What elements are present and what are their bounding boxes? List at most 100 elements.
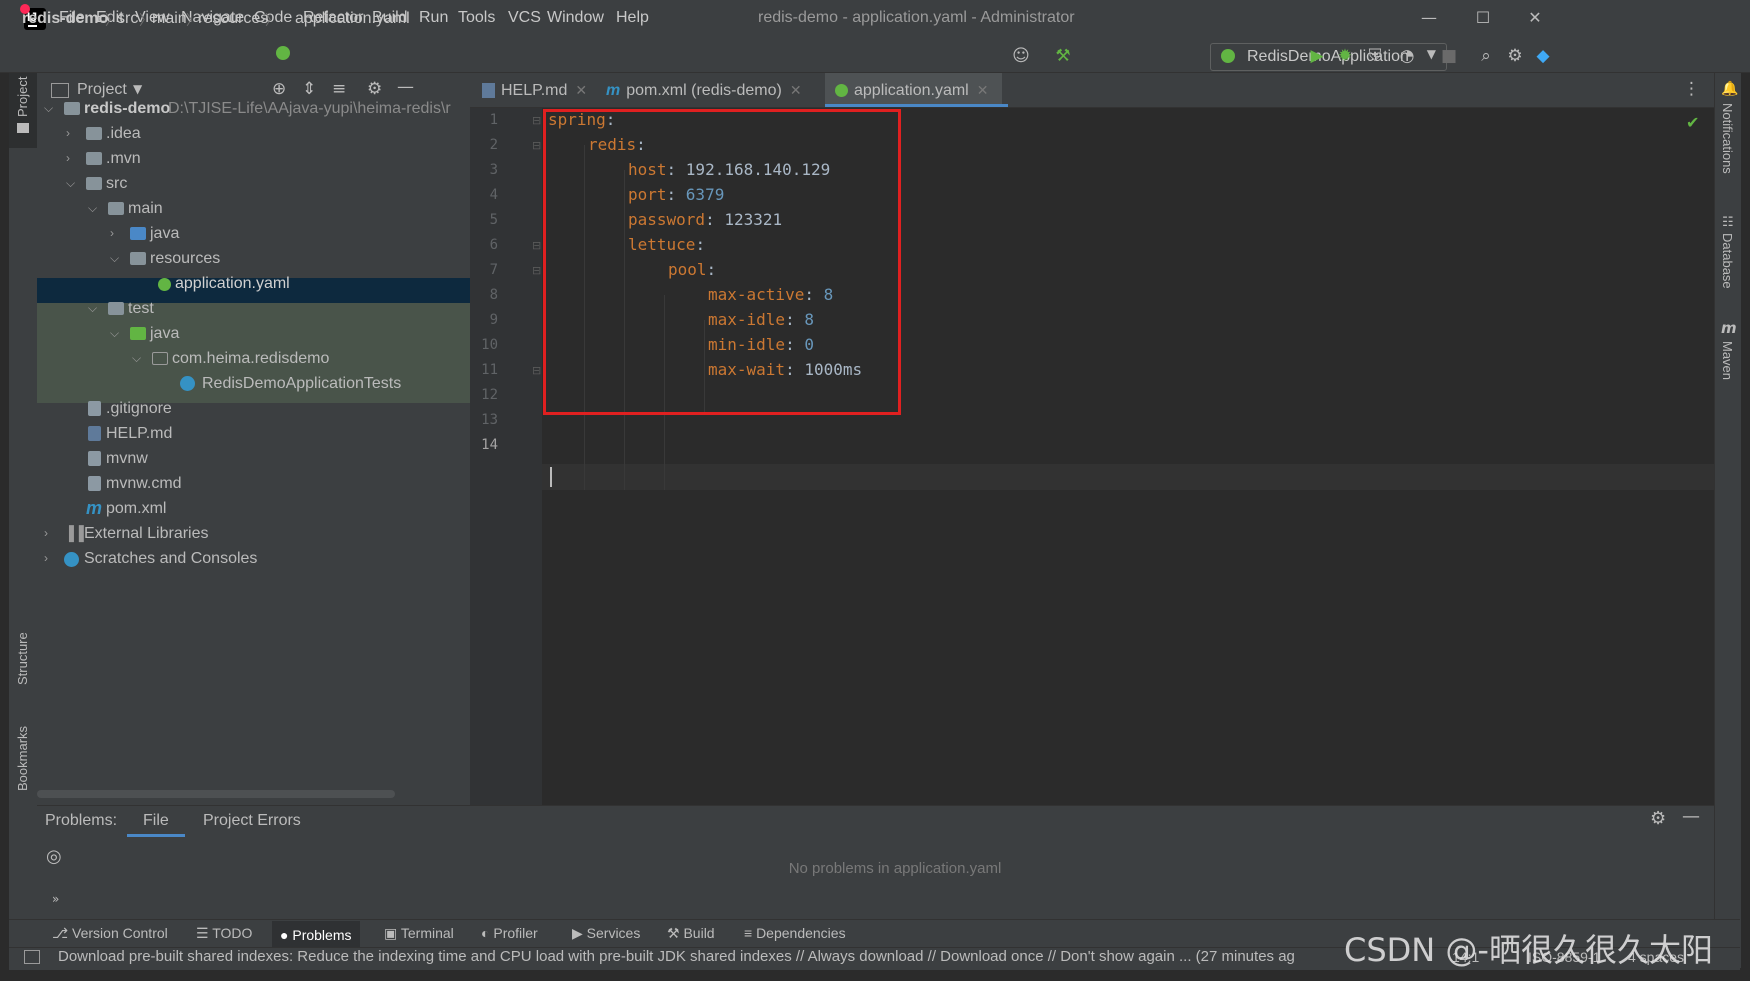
menu-run[interactable]: Run	[419, 9, 448, 27]
fold-marker-icon[interactable]: ⊟	[532, 264, 541, 277]
line-number: 2	[489, 137, 498, 153]
chevron-right-icon: ›	[110, 226, 114, 240]
module-folder-icon	[64, 102, 80, 115]
fold-marker-icon[interactable]: ⊟	[532, 114, 541, 127]
hammer-icon: ⚒	[667, 925, 684, 941]
chevron-down-icon: ⌵	[132, 351, 142, 365]
settings-gear-icon[interactable]: ⚙	[1504, 45, 1526, 67]
stripe-notifications-label[interactable]: Notifications	[1720, 103, 1735, 174]
script-file-icon	[88, 451, 101, 466]
menu-help[interactable]: Help	[616, 9, 649, 27]
tree-label: mvnw	[106, 450, 148, 467]
menu-tools[interactable]: Tools	[458, 9, 495, 27]
horizontal-scrollbar[interactable]	[37, 790, 395, 798]
database-icon[interactable]: ☷	[1722, 215, 1734, 230]
tool-terminal[interactable]: ▣ Terminal	[384, 925, 454, 942]
tool-services[interactable]: ▶ Services	[572, 925, 640, 942]
highlight-annotation-box	[543, 109, 901, 415]
maven-icon[interactable]: m	[1721, 319, 1737, 337]
line-number: 6	[489, 237, 498, 253]
tab-label: HELP.md	[501, 82, 568, 99]
folder-icon	[86, 152, 102, 165]
tool-profiler[interactable]: ◐ Profiler	[481, 925, 538, 941]
menu-vcs[interactable]: VCS	[508, 9, 541, 27]
chevron-right-icon: ›	[66, 151, 70, 165]
hide-panel-icon[interactable]: —	[1682, 806, 1700, 827]
libraries-icon: ▐▐	[64, 525, 84, 541]
gear-icon[interactable]: ⚙	[1650, 808, 1666, 829]
tab-label: application.yaml	[854, 82, 969, 99]
line-number: 7	[489, 262, 498, 278]
branch-icon: ⎇	[52, 925, 73, 941]
fold-marker-icon[interactable]: ⊟	[532, 364, 541, 377]
file-icon	[88, 476, 101, 491]
breadcrumb-project[interactable]: redis-demo	[22, 10, 108, 28]
expand-more-icon[interactable]: »	[52, 892, 59, 906]
filter-icon[interactable]: ◎	[46, 846, 62, 867]
folder-icon	[86, 177, 102, 190]
close-tab-icon[interactable]: ✕	[977, 82, 989, 98]
build-hammer-icon[interactable]: ⚒	[1052, 45, 1074, 67]
plugin-icon[interactable]: ◆	[1532, 45, 1554, 67]
stripe-structure-label[interactable]: Structure	[15, 632, 30, 685]
close-tab-icon[interactable]: ✕	[575, 82, 587, 98]
watermark-text: CSDN @-晒很久很久太阳	[1344, 931, 1713, 969]
chevron-down-icon[interactable]: ▼	[133, 82, 142, 96]
tree-label: resources	[150, 250, 221, 267]
stripe-database-label[interactable]: Database	[1720, 233, 1735, 289]
problems-tab-file[interactable]: File	[143, 812, 169, 830]
file-icon	[88, 401, 101, 416]
tab-pom-xml[interactable]: m pom.xml (redis-demo) ✕	[606, 73, 802, 107]
toggle-tool-windows-icon[interactable]	[24, 950, 40, 964]
breadcrumb-file[interactable]: application.yaml	[295, 10, 410, 28]
coverage-icon[interactable]: ⛨	[1364, 45, 1386, 67]
class-icon	[180, 376, 195, 391]
stripe-bookmarks-label[interactable]: Bookmarks	[15, 726, 30, 791]
tool-version-control[interactable]: ⎇ Version Control	[52, 925, 168, 942]
breadcrumb-src[interactable]: src	[117, 10, 138, 28]
minimize-icon[interactable]: —	[1414, 4, 1444, 32]
user-icon[interactable]: ☺	[1010, 45, 1032, 67]
no-errors-check-icon[interactable]: ✔	[1686, 113, 1699, 132]
tool-todo[interactable]: ☰ TODO	[196, 925, 252, 942]
breadcrumb-main[interactable]: main	[152, 10, 187, 28]
maximize-icon[interactable]: ☐	[1468, 4, 1498, 32]
stop-icon[interactable]: ■	[1438, 45, 1460, 67]
stripe-maven-label[interactable]: Maven	[1720, 341, 1735, 380]
tree-label: java	[150, 225, 180, 242]
spring-icon	[1221, 49, 1235, 63]
line-number: 12	[481, 387, 498, 403]
profile-icon[interactable]: ◔	[1396, 45, 1418, 67]
close-tab-icon[interactable]: ✕	[790, 82, 802, 98]
more-options-icon[interactable]: ⋮	[1683, 79, 1700, 99]
tree-label: .idea	[106, 125, 141, 142]
problems-tab-project-errors[interactable]: Project Errors	[203, 812, 301, 830]
chevron-down-icon: ▼	[1426, 47, 1436, 61]
notifications-bell-icon[interactable]: 🔔	[1721, 81, 1738, 97]
fold-marker-icon[interactable]: ⊟	[532, 239, 541, 252]
profiler-icon: ◐	[481, 925, 494, 941]
tool-dependencies[interactable]: ≡ Dependencies	[744, 925, 846, 941]
hide-panel-icon[interactable]: —	[397, 77, 414, 97]
status-message[interactable]: Download pre-built shared indexes: Reduc…	[58, 948, 1295, 965]
source-folder-icon	[130, 227, 146, 240]
tool-label: Terminal	[400, 925, 454, 941]
chevron-down-icon: ⌵	[88, 201, 98, 215]
folder-icon	[108, 302, 124, 315]
debug-icon[interactable]: ✹	[1334, 45, 1356, 67]
tool-build[interactable]: ⚒ Build	[667, 925, 715, 942]
project-stripe-button[interactable]: Project	[9, 73, 37, 148]
tab-help-md[interactable]: HELP.md ✕	[482, 73, 587, 107]
search-icon[interactable]: ⌕	[1475, 45, 1497, 67]
line-number: 14	[481, 437, 498, 453]
close-window-icon[interactable]: ✕	[1520, 4, 1550, 32]
tool-label: Services	[586, 925, 641, 941]
run-icon[interactable]: ▶	[1306, 45, 1328, 67]
fold-marker-icon[interactable]: ⊟	[532, 139, 541, 152]
yaml-file-icon	[158, 278, 171, 291]
problems-panel-title: Problems:	[45, 812, 118, 829]
tool-label: Build	[683, 925, 715, 941]
tab-application-yaml[interactable]: application.yaml ✕	[825, 73, 1003, 107]
breadcrumb-resources[interactable]: resources	[198, 10, 268, 28]
menu-window[interactable]: Window	[547, 9, 604, 27]
